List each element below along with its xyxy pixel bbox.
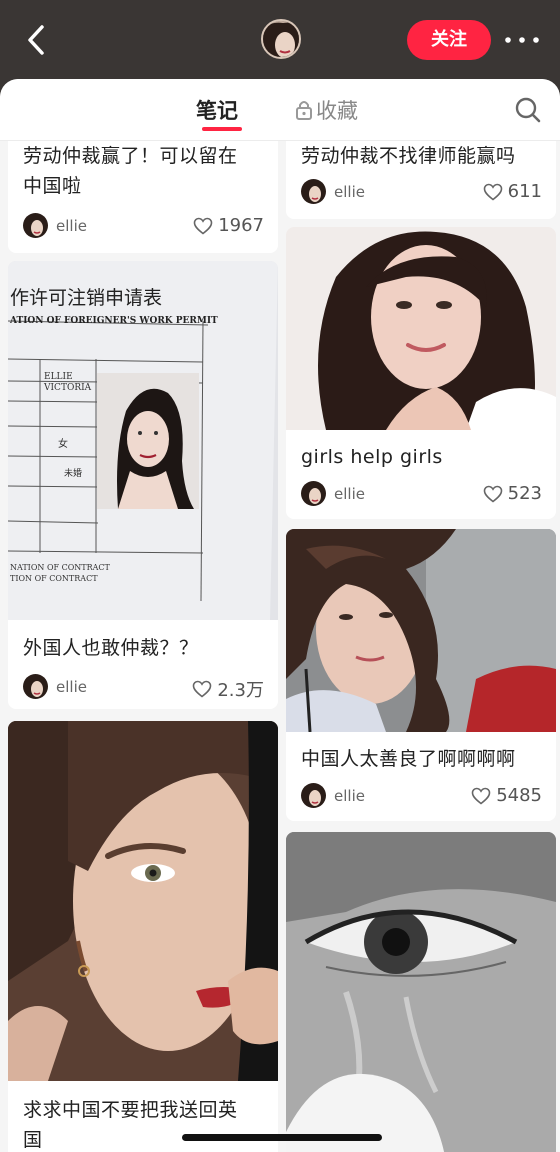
note-author[interactable]: ellie (301, 481, 365, 506)
heart-icon (471, 787, 491, 805)
active-tab-indicator (202, 127, 242, 131)
avatar[interactable] (261, 19, 301, 59)
note-image (286, 227, 556, 430)
like-count[interactable]: 523 (483, 483, 542, 504)
like-count-value: 1967 (218, 215, 264, 236)
note-card[interactable]: 中国人太善良了啊啊啊啊 ellie 5485 (286, 529, 556, 821)
document-subheading: ATION OF FOREIGNER'S WORK PERMIT (10, 316, 218, 326)
note-title: 外国人也敢仲裁？？ (23, 637, 199, 659)
heart-icon (193, 217, 213, 235)
note-card[interactable]: 求求中国不要把我送回英 国 (8, 721, 278, 1152)
note-title: girls help girls (301, 446, 443, 468)
search-button[interactable] (514, 96, 542, 124)
like-count-value: 611 (507, 181, 542, 202)
note-image (286, 832, 556, 1152)
profile-notes-screen: 关注 笔记 收藏 劳动仲裁赢了！可以留在 中国啦 ellie 1967 作许可注… (0, 0, 560, 1152)
like-count-value: 2.3万 (217, 680, 264, 701)
note-title: 求求中国不要把我送回英 (23, 1099, 238, 1121)
follow-button[interactable]: 关注 (407, 20, 491, 60)
note-image: 作许可注销申请表 ATION OF FOREIGNER'S WORK PERMI… (8, 261, 278, 620)
author-name: ellie (56, 677, 87, 696)
document-name-value: ELLIE VICTORIA (44, 372, 92, 393)
heart-icon (483, 485, 502, 503)
document-gender-value: 女 (58, 439, 68, 450)
chevron-left-icon (28, 25, 44, 55)
tab-notes[interactable]: 笔记 (196, 95, 238, 125)
note-author[interactable]: ellie (301, 783, 365, 808)
note-image (286, 529, 556, 732)
note-author[interactable]: ellie (301, 179, 365, 204)
search-icon (515, 97, 541, 123)
tab-collections-label: 收藏 (316, 99, 358, 123)
heart-icon (483, 183, 502, 201)
note-author[interactable]: ellie (23, 674, 87, 699)
back-button[interactable] (18, 18, 58, 62)
avatar (301, 481, 326, 506)
like-count-value: 5485 (496, 785, 542, 806)
lock-icon (296, 101, 312, 120)
note-author[interactable]: ellie (23, 213, 87, 238)
more-button[interactable] (500, 26, 544, 54)
document-footer-2: TION OF CONTRACT (10, 574, 98, 583)
note-title: 劳动仲裁不找律师能赢吗 (301, 145, 516, 167)
note-title-line2: 国 (23, 1129, 43, 1151)
note-card[interactable]: girls help girls ellie 523 (286, 227, 556, 519)
note-image (8, 721, 278, 1081)
like-count-value: 523 (507, 483, 542, 504)
like-count[interactable]: 2.3万 (192, 676, 264, 702)
document-footer-1: NATION OF CONTRACT (10, 563, 110, 572)
note-title-line2: 中国啦 (23, 175, 82, 197)
author-name: ellie (56, 216, 87, 235)
avatar (301, 179, 326, 204)
like-count[interactable]: 1967 (193, 215, 264, 236)
note-title: 中国人太善良了啊啊啊啊 (301, 748, 516, 770)
like-count[interactable]: 5485 (471, 785, 542, 806)
author-name: ellie (334, 484, 365, 503)
note-card[interactable] (286, 832, 556, 1152)
heart-icon (193, 680, 212, 698)
note-card[interactable]: 作许可注销申请表 ATION OF FOREIGNER'S WORK PERMI… (8, 261, 278, 709)
note-title: 劳动仲裁赢了！可以留在 (23, 145, 238, 167)
author-name: ellie (334, 786, 365, 805)
document-status-value: 未婚 (64, 469, 83, 479)
content-sheet: 笔记 收藏 劳动仲裁赢了！可以留在 中国啦 ellie 1967 作许可注销申请… (0, 79, 560, 1152)
like-count[interactable]: 611 (483, 181, 542, 202)
more-dots-icon (505, 37, 539, 43)
tab-bar: 笔记 收藏 (0, 79, 560, 141)
top-bar: 关注 (0, 0, 560, 80)
avatar (23, 674, 48, 699)
tab-collections[interactable]: 收藏 (295, 95, 358, 125)
author-name: ellie (334, 182, 365, 201)
avatar (23, 213, 48, 238)
avatar (301, 783, 326, 808)
document-heading: 作许可注销申请表 (10, 287, 163, 309)
home-indicator[interactable] (182, 1134, 382, 1141)
